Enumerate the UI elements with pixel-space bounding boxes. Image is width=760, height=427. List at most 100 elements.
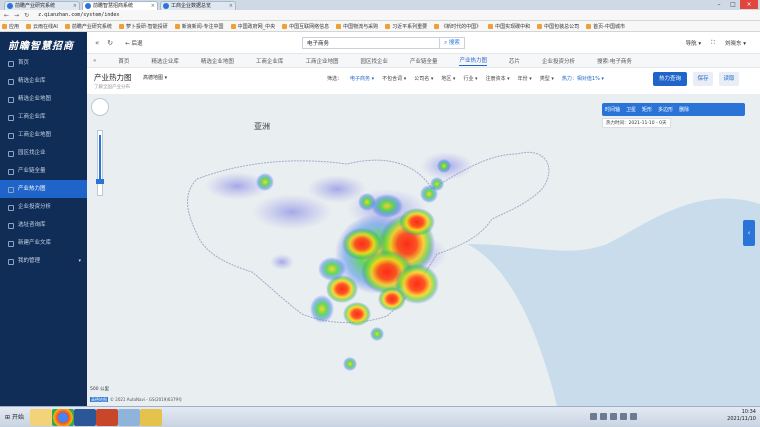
expand-panel-button[interactable]: ‹ [743,220,755,246]
map-tool-button[interactable]: 时间轴 [605,106,620,113]
page-tab[interactable]: 精选企业库 [151,57,179,65]
bookmark-item[interactable]: 中国互联网络信息 [282,23,329,30]
tab-label: 前瞻智慧招商系统 [93,3,134,9]
fullscreen-icon[interactable]: ⛶ [711,40,715,47]
bookmark-item[interactable]: 前瞻产业研究系统 [64,23,112,30]
sidebar-item[interactable]: 工商企业库 [0,108,87,126]
tab-close-icon[interactable]: × [229,2,233,10]
page-tab[interactable]: 工商企业地图 [305,57,338,65]
back-arrow-icon[interactable]: ← [4,12,9,19]
sidebar-item[interactable]: 园区找企业 [0,144,87,162]
filter-dropdown[interactable]: 行业 ▾ [463,75,477,82]
sidebar-item[interactable]: 选址咨询库 [0,216,87,234]
sidebar-item[interactable]: 精选企业地图 [0,90,87,108]
bookmark-item[interactable]: 中国物流与采购 [336,23,378,30]
page-tab[interactable]: 精选企业地图 [201,57,234,65]
map-tool-button[interactable]: 卫星 [626,106,636,113]
start-button[interactable]: ⊞ 开始 [2,411,26,424]
top-bar: « ↻ ← 后退 ⌕ 搜索 导航 ▾ ⛶ 刘晓东 ▾ [87,32,760,54]
sidebar-item[interactable]: 首页 [0,54,87,72]
page-tab[interactable]: 搜索:电子商务 [597,57,632,65]
search-input[interactable] [302,37,440,49]
sidebar-item[interactable]: 企业投资分析 [0,198,87,216]
app-logo: 前瞻智慧招商 [8,41,74,52]
bookmark-item[interactable]: 萝卜投研-智能投研 [118,23,168,30]
zoom-slider[interactable] [97,130,103,196]
filter-dropdown[interactable]: 地区 ▾ [441,75,455,82]
bookmark-item[interactable]: 中国实现碳中和 [488,23,530,30]
forward-arrow-icon[interactable]: → [14,12,19,19]
user-menu[interactable]: 刘晓东 ▾ [725,39,746,47]
tray-icon[interactable] [600,413,607,420]
heatmap-map[interactable]: 亚洲 时间轴 卫星 矩形 多边形 删除 热力时间：2021-11-10 - 0天 ‹ 5… [87,94,760,406]
heat-query-button[interactable]: 热力查询 [653,72,687,86]
collapse-menu-icon[interactable]: « [95,39,99,47]
bookmark-icon [2,23,7,29]
map-tool-button[interactable]: 矩形 [642,106,652,113]
filter-dropdown[interactable]: 注册资本 ▾ [486,75,510,82]
page-tab[interactable]: 芯片 [509,57,520,65]
page-tab[interactable]: 产业热力图 [459,56,487,66]
minimize-icon[interactable]: – [712,0,726,9]
search-button[interactable]: ⌕ 搜索 [440,37,465,49]
sidebar-item[interactable]: 产业链全量 [0,162,87,180]
sidebar-item[interactable]: 产业热力图 [0,180,87,198]
bookmark-item[interactable]: 习近平系列重要 [385,23,427,30]
bookmark-item[interactable]: 中国包装总公司 [537,23,579,30]
browser-tab-2[interactable]: 前瞻智慧招商系统 × [82,1,158,10]
taskbar-powerpoint-icon[interactable] [96,409,118,426]
tray-icon[interactable] [620,413,627,420]
zoom-handle[interactable] [96,179,104,184]
page-tab[interactable]: 产业链全量 [410,57,438,65]
taskbar-explorer-icon[interactable] [30,409,52,426]
bookmark-item[interactable]: 应用 [2,23,19,30]
sidebar-item[interactable]: 工商企业地图 [0,126,87,144]
taskbar-folder-icon[interactable] [140,409,162,426]
sidebar-item[interactable]: 新建产业文库 [0,234,87,252]
tab-close-icon[interactable]: × [73,2,77,10]
read-button[interactable]: 读取 [719,72,739,86]
sidebar-item-label: 精选企业地图 [18,96,52,102]
browser-tab-1[interactable]: 前瞻产业研究系统 × [4,1,80,10]
refresh-icon[interactable]: ↻ [107,39,113,47]
map-source-select[interactable]: 高德地图 ▾ [143,74,167,81]
save-button[interactable]: 保存 [693,72,713,86]
bookmark-item[interactable]: 首页-中国城市 [586,23,625,30]
compass-icon[interactable] [91,98,109,116]
filter-dropdown[interactable]: 公司名 ▾ [414,75,433,82]
page-tab[interactable]: 园区找企业 [360,57,388,65]
filter-dropdown[interactable]: 类型 ▾ [540,75,554,82]
map-tool-button[interactable]: 多边形 [658,106,673,113]
taskbar-word-icon[interactable] [74,409,96,426]
maximize-icon[interactable]: □ [726,0,740,9]
filter-dropdown[interactable]: 年份 ▾ [518,75,532,82]
map-tool-button[interactable]: 删除 [679,106,689,113]
sidebar-item[interactable]: 精选企业库 [0,72,87,90]
filter-dropdown[interactable]: 不包含词 ▾ [382,75,406,82]
bookmark-item[interactable]: 《新时代的中国》 [434,23,481,30]
tabs-scroll-left-icon[interactable]: « [93,58,96,64]
bookmark-item[interactable]: 云雨在线AI [26,23,58,30]
clock[interactable]: 10:34 2021/11/10 [727,409,756,423]
page-tab[interactable]: 企业投资分析 [542,57,575,65]
sidebar-item[interactable]: 我的管理 ▾ [0,252,87,270]
sidebar-item-label: 工商企业地图 [18,132,52,138]
taskbar-app-icon[interactable] [118,409,140,426]
tab-close-icon[interactable]: × [151,2,155,10]
page-tab[interactable]: 首页 [118,57,129,65]
url-field[interactable]: z.qianzhan.com/system/index [38,12,119,18]
bookmark-item[interactable]: 新浪新闻-专注中国 [174,23,224,30]
tray-icon[interactable] [630,413,637,420]
nav-dropdown[interactable]: 导航 ▾ [686,39,702,47]
page-tab[interactable]: 工商企业库 [256,57,284,65]
browser-tab-3[interactable]: 工商企业数据总览 × [160,1,236,10]
back-button[interactable]: ← 后退 [125,39,142,47]
reload-icon[interactable]: ↻ [24,12,29,19]
tray-icon[interactable] [590,413,597,420]
filter-dropdown[interactable]: 电子商务 ▾ [350,75,374,82]
bookmark-item[interactable]: 中国政府网_中央 [230,23,275,30]
taskbar-chrome-icon[interactable] [52,409,74,426]
tray-icon[interactable] [610,413,617,420]
close-window-icon[interactable]: × [740,0,758,9]
filter-dropdown[interactable]: 热力：相对值1% ▾ [562,75,604,82]
